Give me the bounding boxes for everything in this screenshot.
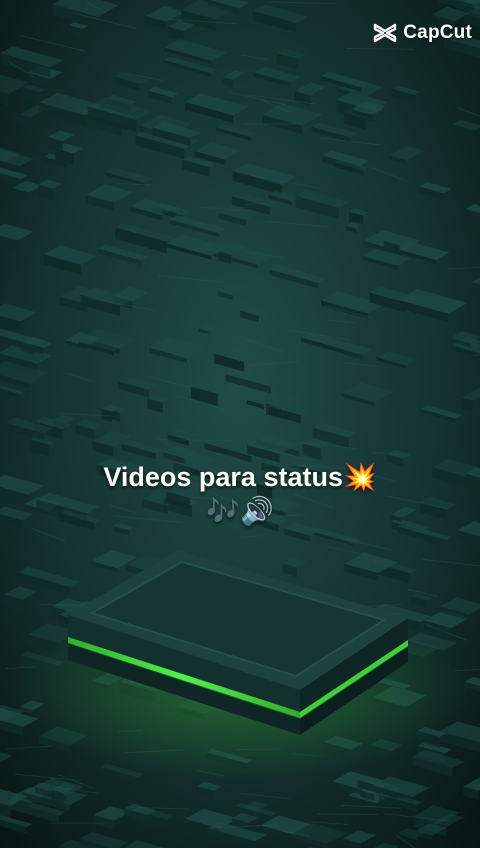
caption-text: Videos para status xyxy=(103,462,343,492)
caption-line-1: Videos para status💥 xyxy=(0,460,480,495)
video-frame: CapCut Videos para status💥 🎶🔊 xyxy=(0,0,480,848)
capcut-brand-text: CapCut xyxy=(403,22,472,43)
collision-emoji: 💥 xyxy=(342,462,377,493)
video-caption: Videos para status💥 🎶🔊 xyxy=(0,460,480,529)
music-speaker-emojis: 🎶🔊 xyxy=(206,496,274,527)
capcut-logo-icon xyxy=(374,23,397,43)
circuit-city-background xyxy=(0,0,480,848)
capcut-watermark: CapCut xyxy=(373,19,472,47)
